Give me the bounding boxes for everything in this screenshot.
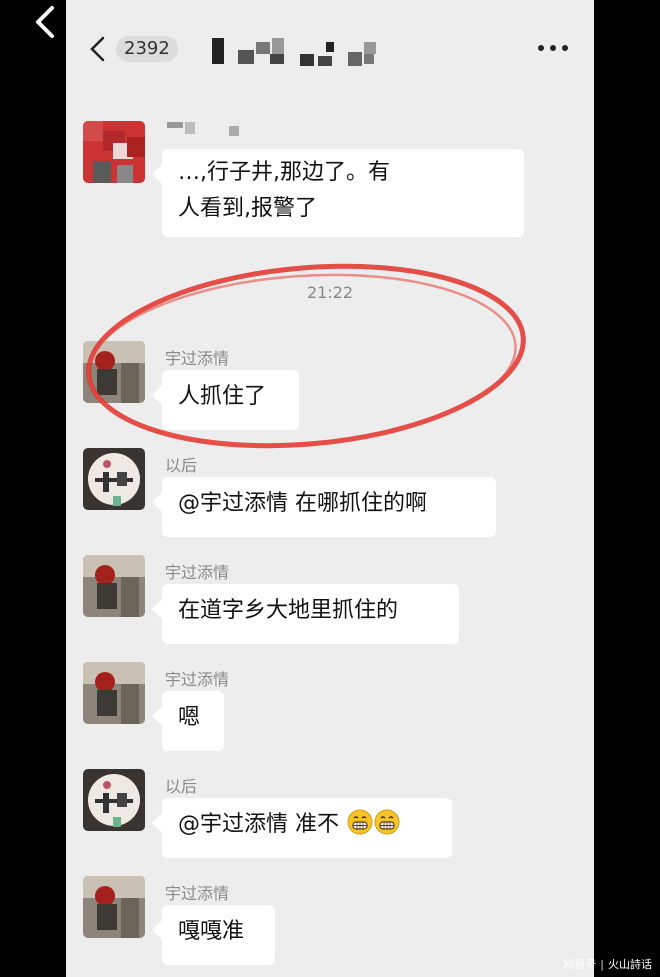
chat-header: 2392 — [66, 0, 594, 100]
message-text: 在道字乡大地里抓住的 — [178, 598, 399, 623]
sender-name: 宇过添情 — [165, 670, 230, 689]
avatar-user-yuguo[interactable] — [83, 662, 145, 724]
message-text: 人抓住了 — [178, 384, 267, 409]
message-bubble[interactable]: 嗯 — [162, 691, 224, 751]
more-options-icon[interactable] — [536, 38, 570, 58]
sender-name: 宇过添情 — [165, 884, 230, 903]
message-text: @宇过添情 在哪抓住的啊 — [178, 491, 427, 516]
message-text: @宇过添情 准不 — [178, 812, 339, 837]
sender-name-redacted — [167, 122, 239, 136]
message-bubble[interactable]: 在道字乡大地里抓住的 — [162, 584, 459, 644]
grin-emoji-icon — [374, 809, 400, 835]
message-bubble[interactable]: @宇过添情 准不 — [162, 798, 452, 858]
message-text-line: 人看到,报警了 — [178, 196, 317, 221]
chat-title-redacted — [212, 38, 376, 66]
chat-timestamp: 21:22 — [306, 283, 354, 302]
avatar-user-yuguo[interactable] — [83, 341, 145, 403]
watermark: 网易号 | 火山詩话 — [563, 958, 652, 971]
watermark-left: 网易号 — [563, 958, 597, 971]
sender-name: 以后 — [165, 777, 198, 796]
grin-emoji-icon — [347, 809, 373, 835]
message-bubble[interactable]: 人抓住了 — [162, 370, 299, 430]
message-bubble[interactable]: …,行子井,那边了。有 人看到,报警了 — [162, 149, 524, 237]
message-bubble[interactable]: 嘎嘎准 — [162, 905, 275, 965]
chat-screen: 2392 …,行子井,那边了。有 人看到,报警了 21:22 宇过添情 人抓住了… — [66, 0, 594, 977]
avatar-redacted[interactable] — [83, 121, 145, 183]
message-text: 嗯 — [178, 705, 201, 730]
back-chevron-icon[interactable] — [28, 2, 68, 46]
chevron-left-icon[interactable] — [86, 34, 110, 64]
unread-count-badge[interactable]: 2392 — [116, 36, 178, 62]
message-text-line: …,行子井,那边了。有 — [178, 160, 390, 185]
sender-name: 以后 — [165, 456, 198, 475]
watermark-right: 火山詩话 — [608, 958, 652, 971]
avatar-user-yihou[interactable] — [83, 448, 145, 510]
message-bubble[interactable]: @宇过添情 在哪抓住的啊 — [162, 477, 496, 537]
avatar-user-yihou[interactable] — [83, 769, 145, 831]
avatar-user-yuguo[interactable] — [83, 555, 145, 617]
message-text: 嘎嘎准 — [178, 919, 245, 944]
sender-name: 宇过添情 — [165, 349, 230, 368]
sender-name: 宇过添情 — [165, 563, 230, 582]
avatar-user-yuguo[interactable] — [83, 876, 145, 938]
